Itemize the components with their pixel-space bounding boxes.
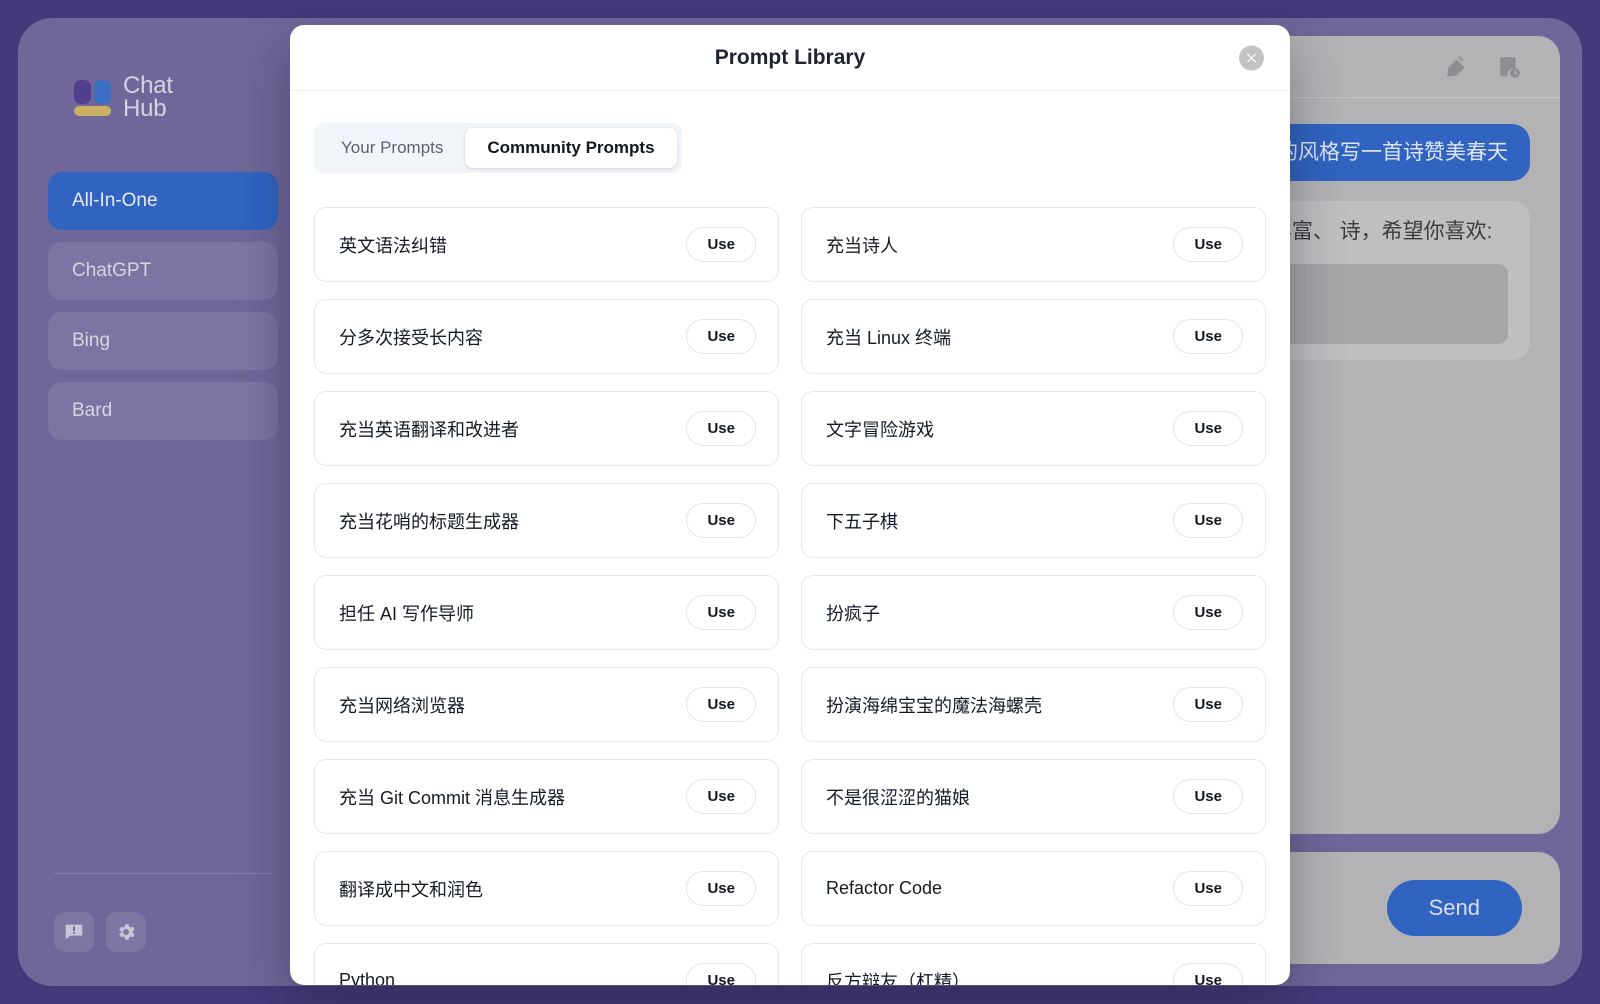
sidebar: Chat Hub All-In-One ChatGPT Bing Bard [18,18,308,986]
use-prompt-button[interactable]: Use [686,871,756,906]
prompt-title: 充当 Git Commit 消息生成器 [339,787,566,808]
prompt-title: 不是很涩涩的猫娘 [826,787,970,808]
close-button[interactable] [1239,45,1264,70]
prompt-card[interactable]: 扮疯子 Use [801,575,1266,650]
prompt-card[interactable]: 扮演海绵宝宝的魔法海螺壳 Use [801,667,1266,742]
sidebar-divider [54,873,272,874]
use-prompt-button[interactable]: Use [686,779,756,814]
prompt-title: 扮演海绵宝宝的魔法海螺壳 [826,695,1042,716]
prompt-title: 担任 AI 写作导师 [339,603,475,624]
use-prompt-button[interactable]: Use [1173,963,1243,985]
broom-icon[interactable] [1444,54,1470,80]
prompt-card[interactable]: 翻译成中文和润色 Use [314,851,779,926]
sidebar-item-label: Bard [72,400,113,421]
prompt-title: 文字冒险游戏 [826,419,934,440]
tab-community-prompts[interactable]: Community Prompts [465,128,677,168]
sidebar-nav: All-In-One ChatGPT Bing Bard [36,172,290,440]
prompt-card[interactable]: 文字冒险游戏 Use [801,391,1266,466]
prompt-title: 下五子棋 [826,511,898,532]
chat-bubble-user: 的风格写一首诗赞美春天 [1255,124,1530,182]
logo-wordmark: Chat Hub [123,74,173,122]
feedback-icon [65,924,83,940]
settings-button[interactable] [106,912,146,952]
app-logo: Chat Hub [36,44,290,136]
prompt-grid: 英文语法纠错 Use 充当诗人 Use 分多次接受长内容 Use 充当 Linux 终端 Us… [314,207,1266,985]
history-icon[interactable] [1496,54,1522,80]
prompt-title: Refactor Code [826,878,943,898]
sidebar-item-chatgpt[interactable]: ChatGPT [48,242,278,300]
send-button[interactable]: Send [1386,880,1522,936]
prompt-card[interactable]: 充当英语翻译和改进者 Use [314,391,779,466]
use-prompt-button[interactable]: Use [1173,503,1243,538]
prompt-title: Python [339,970,396,985]
prompt-card[interactable]: 下五子棋 Use [801,483,1266,558]
gear-icon [119,924,135,940]
prompt-title: 充当花哨的标题生成器 [339,511,519,532]
prompt-library-modal: Prompt Library Your Prompts Community Pr… [290,25,1290,985]
sidebar-item-bard[interactable]: Bard [48,382,278,440]
feedback-button[interactable] [54,912,94,952]
prompt-card[interactable]: 反方辩友（杠精） Use [801,943,1266,985]
tab-your-prompts[interactable]: Your Prompts [319,128,465,168]
use-prompt-button[interactable]: Use [686,503,756,538]
prompt-card[interactable]: 充当 Git Commit 消息生成器 Use [314,759,779,834]
chathub-logo-icon [74,79,114,116]
sidebar-item-label: All-In-One [72,190,158,211]
prompt-card[interactable]: Refactor Code Use [801,851,1266,926]
prompt-card[interactable]: 充当网络浏览器 Use [314,667,779,742]
logo-bar-gold [74,105,111,116]
prompt-card[interactable]: 充当 Linux 终端 Use [801,299,1266,374]
use-prompt-button[interactable]: Use [686,411,756,446]
prompt-title: 充当英语翻译和改进者 [339,419,519,440]
use-prompt-button[interactable]: Use [686,687,756,722]
use-prompt-button[interactable]: Use [686,319,756,354]
use-prompt-button[interactable]: Use [1173,871,1243,906]
modal-body: Your Prompts Community Prompts 英文语法纠错 Use… [290,91,1290,985]
logo-square-blue [94,79,111,104]
modal-header: Prompt Library [290,25,1290,91]
prompt-card[interactable]: 担任 AI 写作导师 Use [314,575,779,650]
prompt-title: 充当 Linux 终端 [826,327,952,348]
use-prompt-button[interactable]: Use [686,963,756,985]
prompt-card[interactable]: 充当花哨的标题生成器 Use [314,483,779,558]
prompt-card[interactable]: 英文语法纠错 Use [314,207,779,282]
sidebar-item-bing[interactable]: Bing [48,312,278,370]
prompt-title: 扮疯子 [826,603,880,624]
sidebar-footer [36,873,290,966]
prompt-title: 充当诗人 [826,235,898,256]
sidebar-item-label: Bing [72,330,111,351]
use-prompt-button[interactable]: Use [1173,411,1243,446]
close-icon [1247,53,1256,62]
prompt-title: 反方辩友（杠精） [826,971,970,986]
use-prompt-button[interactable]: Use [1173,687,1243,722]
use-prompt-button[interactable]: Use [1173,595,1243,630]
page-title: Prompt Library [714,45,866,69]
prompt-tabs: Your Prompts Community Prompts [314,123,682,173]
use-prompt-button[interactable]: Use [1173,779,1243,814]
prompt-card[interactable]: 不是很涩涩的猫娘 Use [801,759,1266,834]
prompt-title: 分多次接受长内容 [339,327,483,348]
use-prompt-button[interactable]: Use [686,227,756,262]
prompt-card[interactable]: Python Use [314,943,779,985]
prompt-card[interactable]: 分多次接受长内容 Use [314,299,779,374]
prompt-card[interactable]: 充当诗人 Use [801,207,1266,282]
logo-square-purple [74,79,91,104]
sidebar-footer-icons [54,912,272,952]
prompt-title: 英文语法纠错 [339,235,447,256]
logo-line-2: Hub [123,94,167,122]
sidebar-item-all-in-one[interactable]: All-In-One [48,172,278,230]
use-prompt-button[interactable]: Use [1173,319,1243,354]
prompt-title: 翻译成中文和润色 [339,879,483,900]
prompt-title: 充当网络浏览器 [339,695,465,716]
use-prompt-button[interactable]: Use [686,595,756,630]
use-prompt-button[interactable]: Use [1173,227,1243,262]
sidebar-item-label: ChatGPT [72,260,152,281]
